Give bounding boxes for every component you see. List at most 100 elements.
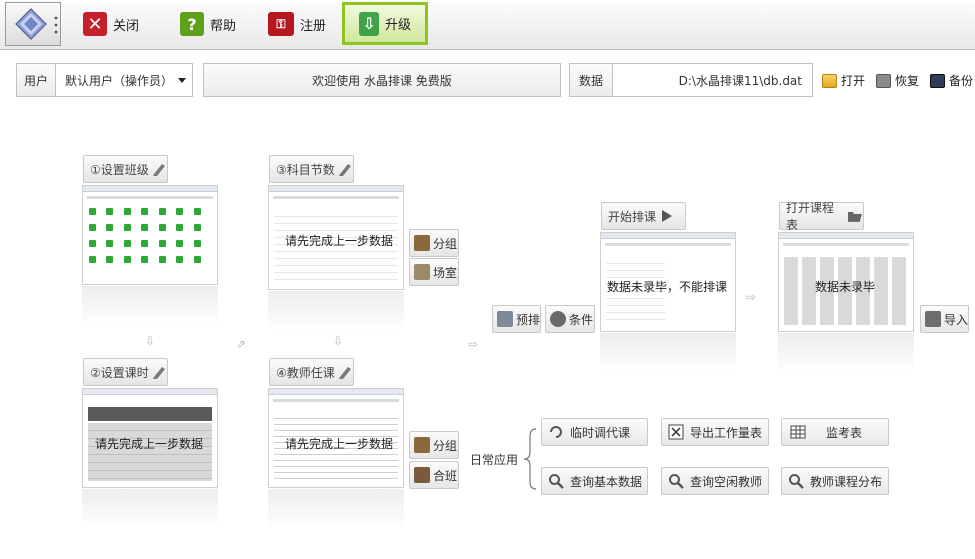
start-scheduling-button[interactable]: 开始排课 <box>601 202 686 230</box>
conditions-label: 条件 <box>569 312 594 327</box>
prearrange-icon <box>497 311 513 327</box>
subjects-status-message: 请先完成上一步数据 <box>285 234 394 248</box>
import-label: 导入 <box>944 312 969 327</box>
thumb-reflection <box>600 333 736 373</box>
teacher-course-distribution-button[interactable]: 教师课程分布 <box>781 467 889 495</box>
step-label: ④教师任课 <box>276 365 335 380</box>
user-select[interactable]: 默认用户（操作员） <box>56 63 193 97</box>
group-label: 分组 <box>433 438 458 453</box>
room-button[interactable]: 场室 <box>409 258 459 286</box>
close-button[interactable]: ✕ 关闭 <box>83 8 139 40</box>
brace-icon <box>523 428 537 490</box>
step-subject-periods-button[interactable]: ③科目节数 <box>269 155 354 183</box>
start-label: 开始排课 <box>608 209 657 224</box>
search-icon <box>549 474 564 489</box>
backup-label: 备份 <box>949 74 974 88</box>
periods-status-message: 请先完成上一步数据 <box>95 437 204 451</box>
group-icon <box>414 235 430 251</box>
data-path-field[interactable]: D:\水晶排课11\db.dat <box>613 63 813 97</box>
search-icon <box>789 474 804 489</box>
folder-open-icon <box>848 212 863 222</box>
thumb-titlebar <box>269 389 403 395</box>
classes-preview-thumbnail[interactable] <box>82 185 218 285</box>
import-icon <box>925 311 941 327</box>
thumb-titlebar <box>83 389 217 395</box>
restore-label: 恢复 <box>895 74 920 88</box>
thumb-titlebar <box>83 186 217 192</box>
temp-substitute-button[interactable]: 临时调代课 <box>541 418 648 446</box>
open-table-label: 打开课程表 <box>786 201 835 232</box>
app-logo-button[interactable] <box>5 2 61 46</box>
welcome-banner: 欢迎使用 水晶排课 免费版 <box>203 63 561 97</box>
daily-item-label: 导出工作量表 <box>690 425 763 440</box>
export-workload-button[interactable]: 导出工作量表 <box>661 418 769 446</box>
gear-icon <box>550 311 566 327</box>
daily-item-label: 临时调代课 <box>570 425 631 440</box>
thumb-reflection <box>778 333 914 373</box>
query-free-teacher-button[interactable]: 查询空闲教师 <box>661 467 769 495</box>
excel-icon <box>668 424 684 440</box>
search-icon <box>669 474 684 489</box>
thumb-titlebar <box>269 186 403 192</box>
thumb-titlebar <box>601 233 735 239</box>
user-label: 用户 <box>16 63 56 97</box>
open-button[interactable]: 打开 <box>822 72 865 89</box>
step-set-periods-button[interactable]: ②设置课时 <box>83 358 168 386</box>
open-timetable-button[interactable]: 打开课程表 <box>779 201 864 232</box>
restore-button[interactable]: 恢复 <box>876 72 919 89</box>
prearrange-button[interactable]: 预排 <box>492 305 541 333</box>
close-label: 关闭 <box>113 18 140 34</box>
table-icon <box>790 425 806 439</box>
register-label: 注册 <box>300 18 327 34</box>
folder-icon <box>822 73 837 88</box>
download-arrow-icon: ⇩ <box>359 11 379 36</box>
help-label: 帮助 <box>210 18 237 34</box>
group-button-2[interactable]: 分组 <box>409 431 459 459</box>
daily-item-label: 教师课程分布 <box>810 474 883 489</box>
daily-item-label: 监考表 <box>826 425 863 440</box>
thumb-toolbar <box>605 243 731 246</box>
step-set-classes-button[interactable]: ①设置班级 <box>83 155 168 183</box>
step-label: ②设置课时 <box>90 365 149 380</box>
exam-supervision-button[interactable]: 监考表 <box>781 418 889 446</box>
flow-arrow-right-icon: ⇨ <box>746 290 757 304</box>
chevron-down-icon <box>178 78 186 83</box>
query-basic-data-button[interactable]: 查询基本数据 <box>541 467 648 495</box>
daily-apps-label: 日常应用 <box>470 453 519 467</box>
step-label: ①设置班级 <box>90 162 149 177</box>
flow-arrow-down-icon: ⇩ <box>145 334 156 348</box>
group-button[interactable]: 分组 <box>409 229 459 257</box>
thumb-toolbar <box>273 196 399 199</box>
play-icon <box>662 210 673 222</box>
combine-icon <box>414 467 430 483</box>
thumb-reflection <box>268 489 404 529</box>
pencil-icon <box>152 367 165 379</box>
combine-class-button[interactable]: 合班 <box>409 461 459 489</box>
help-button[interactable]: ? 帮助 <box>180 8 236 40</box>
pencil-icon <box>338 367 351 379</box>
main-toolbar: ✕ 关闭 ? 帮助 ⚿ 注册 ⇩ 升级 <box>0 0 975 50</box>
conditions-button[interactable]: 条件 <box>545 305 595 333</box>
thumb-titlebar <box>779 233 913 239</box>
backup-button[interactable]: 备份 <box>930 72 973 89</box>
refresh-icon <box>550 426 562 438</box>
import-button[interactable]: 导入 <box>920 305 969 333</box>
daily-item-label: 查询基本数据 <box>570 474 643 489</box>
save-disk-icon <box>930 73 945 88</box>
group-label: 分组 <box>433 236 458 251</box>
thumb-reflection <box>82 489 218 529</box>
house-icon <box>414 264 430 280</box>
pencil-icon <box>152 164 165 176</box>
menu-dots-icon <box>54 16 58 34</box>
schedule-status-message: 数据未录毕，不能排课 <box>607 280 728 294</box>
step-teacher-assign-button[interactable]: ④教师任课 <box>269 358 354 386</box>
register-button[interactable]: ⚿ 注册 <box>268 8 326 40</box>
timetable-status-message: 数据未录毕 <box>815 280 876 294</box>
upgrade-label: 升级 <box>385 18 412 33</box>
daily-item-label: 查询空闲教师 <box>690 474 763 489</box>
thumb-toolbar <box>273 399 399 402</box>
flow-arrow-diagonal-icon: ⇗ <box>236 337 247 351</box>
upgrade-button[interactable]: ⇩ 升级 <box>342 2 428 45</box>
help-question-icon: ? <box>180 12 204 36</box>
thumb-reflection <box>268 291 404 331</box>
